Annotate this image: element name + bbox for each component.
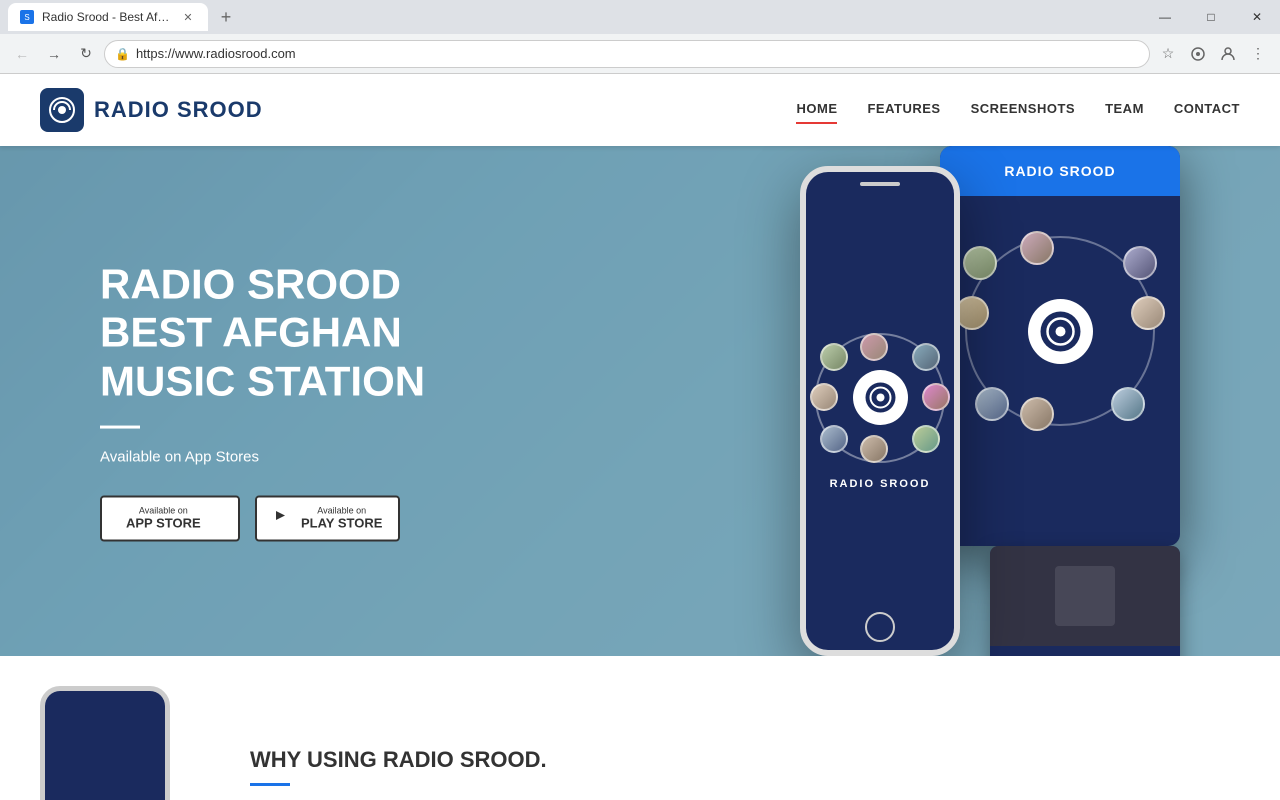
tab-favicon: S [20,10,34,24]
refresh-button[interactable]: ↻ [72,40,100,68]
toolbar-icons: ☆ ⋮ [1154,40,1272,68]
hero-subtitle: Available on App Stores [100,448,425,465]
lock-icon: 🔒 [115,47,130,61]
avatar-2 [912,343,940,371]
playstore-text: Available on PLAY STORE [301,506,382,531]
maximize-button[interactable]: □ [1188,0,1234,34]
tablet-avatar-7 [955,296,989,330]
tablet-header: RADIO SROOD [940,146,1180,196]
why-title: WHY USING RADIO SROOD. [250,747,547,773]
avatar-5 [860,435,888,463]
phone-home-button [865,612,895,642]
tablet-avatar-8 [963,246,997,280]
minimize-button[interactable]: — [1142,0,1188,34]
appstore-button[interactable]: Available on APP STORE [100,495,240,541]
tab-close-button[interactable]: ✕ [180,9,196,25]
nav-home[interactable]: HOME [796,101,837,120]
small-phone-mockup: VALY - GONJESHKAKE ⏮ ⏸ ⏭ ••• [990,546,1180,656]
menu-button[interactable]: ⋮ [1244,40,1272,68]
why-divider [250,783,290,786]
phone-screen: RADIO SROOD [806,172,954,650]
phone-radio-name: RADIO SROOD [830,478,931,490]
avatar-8 [820,343,848,371]
avatar-1 [860,333,888,361]
phone-mockup: RADIO SROOD [800,166,960,656]
nav-team[interactable]: TEAM [1105,101,1144,120]
tab-title: Radio Srood - Best Afghan Musi... [42,10,172,24]
avatar-4 [912,425,940,453]
phone-frame: RADIO SROOD [800,166,960,656]
nav-links: HOME FEATURES SCREENSHOTS TEAM CONTACT [796,101,1240,120]
browser-toolbar: ← → ↻ 🔒 https://www.radiosrood.com ☆ ⋮ [0,34,1280,74]
nav-screenshots[interactable]: SCREENSHOTS [971,101,1075,120]
browser-titlebar: S Radio Srood - Best Afghan Musi... ✕ + … [0,0,1280,34]
tablet-avatar-4 [1111,387,1145,421]
new-tab-button[interactable]: + [212,3,240,31]
website-content: RADIO SROOD HOME FEATURES SCREENSHOTS TE… [0,74,1280,800]
hero-title: RADIO SROOD BEST AFGHAN MUSIC STATION [100,261,425,406]
back-button[interactable]: ← [8,40,36,68]
avatar-6 [820,425,848,453]
tablet-avatar-6 [975,387,1009,421]
address-bar[interactable]: 🔒 https://www.radiosrood.com [104,40,1150,68]
android-icon [273,505,293,531]
tablet-mockup: RADIO SROOD [940,146,1180,546]
small-phone-controls: VALY - GONJESHKAKE ⏮ ⏸ ⏭ ••• [990,646,1180,656]
forward-button[interactable]: → [40,40,68,68]
url-text: https://www.radiosrood.com [136,46,296,61]
hero-section: RADIO SROOD BEST AFGHAN MUSIC STATION Av… [0,146,1280,656]
browser-tab[interactable]: S Radio Srood - Best Afghan Musi... ✕ [8,3,208,31]
site-navbar: RADIO SROOD HOME FEATURES SCREENSHOTS TE… [0,74,1280,146]
tablet-avatar-3 [1131,296,1165,330]
nav-features[interactable]: FEATURES [867,101,940,120]
phone-speaker [860,182,900,186]
appstore-text: Available on APP STORE [126,506,201,531]
hero-divider [100,425,140,428]
nav-contact[interactable]: CONTACT [1174,101,1240,120]
avatar-7 [810,383,838,411]
hero-content: RADIO SROOD BEST AFGHAN MUSIC STATION Av… [100,261,425,542]
logo-icon [40,88,84,132]
bookmark-button[interactable]: ☆ [1154,40,1182,68]
playstore-button[interactable]: Available on PLAY STORE [255,495,400,541]
extensions-button[interactable] [1184,40,1212,68]
avatar-3 [922,383,950,411]
profile-button[interactable] [1214,40,1242,68]
why-phone-image [40,686,190,800]
why-section: WHY USING RADIO SROOD. [0,656,1280,800]
tablet-avatar-2 [1123,246,1157,280]
window-controls: — □ ✕ [1142,0,1280,34]
tablet-avatar-5 [1020,397,1054,431]
why-phone-mockup [40,686,170,800]
tablet-frame: RADIO SROOD [940,146,1180,546]
small-phone-screen [990,546,1180,646]
why-content: WHY USING RADIO SROOD. [250,747,547,786]
store-buttons: Available on APP STORE Available on PLAY… [100,495,425,541]
close-button[interactable]: ✕ [1234,0,1280,34]
tablet-avatar-1 [1020,231,1054,265]
tablet-circle-area [940,196,1180,466]
browser-chrome: S Radio Srood - Best Afghan Musi... ✕ + … [0,0,1280,74]
logo-text: RADIO SROOD [94,97,263,123]
site-logo[interactable]: RADIO SROOD [40,88,263,132]
